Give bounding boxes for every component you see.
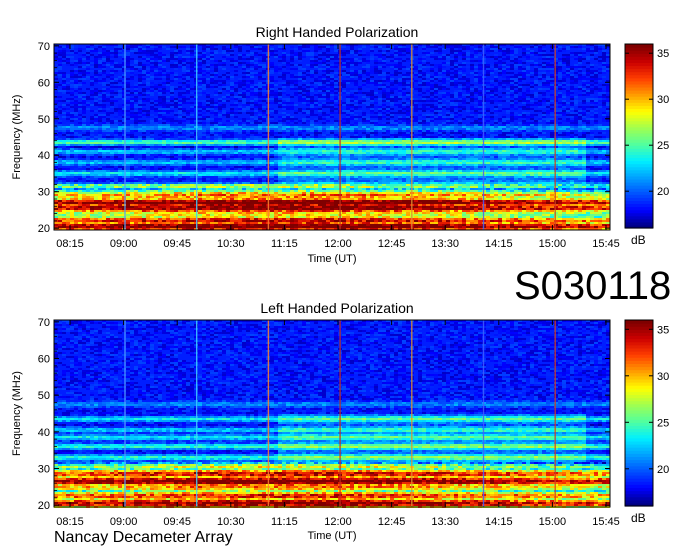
colorbar [624, 43, 654, 229]
colorbar [624, 319, 654, 507]
y-tick-label: 70 [38, 41, 50, 53]
x-tick-label: 14:15 [485, 238, 513, 250]
x-tick-label: 15:45 [592, 516, 620, 528]
y-tick-label: 60 [38, 77, 50, 89]
chart-title: Right Handed Polarization [256, 24, 419, 40]
colorbar-tick-label: 20 [657, 186, 669, 198]
x-tick-label: 09:45 [163, 516, 191, 528]
colorbar-tick-label: 20 [657, 464, 669, 476]
instrument-name: Nancay Decameter Array [54, 528, 233, 548]
x-tick-label: 10:30 [217, 238, 245, 250]
observation-id: S030118 [514, 262, 671, 310]
x-tick-label: 15:45 [592, 238, 620, 250]
spectrogram-panel-left [53, 319, 611, 508]
x-tick-label: 13:30 [431, 238, 459, 250]
x-tick-label: 15:00 [539, 516, 567, 528]
y-tick-label: 60 [38, 354, 50, 366]
x-axis-label: Time (UT) [307, 530, 356, 542]
colorbar-tick-label: 30 [657, 94, 669, 106]
spectrogram-panel-right [53, 43, 611, 231]
colorbar-tick-label: 25 [657, 417, 669, 429]
x-tick-label: 11:15 [271, 516, 298, 528]
x-tick-label: 13:30 [431, 516, 459, 528]
x-tick-label: 14:15 [485, 516, 513, 528]
y-tick-label: 20 [38, 500, 50, 512]
x-tick-label: 12:45 [378, 516, 406, 528]
x-axis-label: Time (UT) [307, 253, 356, 265]
y-tick-label: 40 [38, 427, 50, 439]
x-tick-label: 12:45 [378, 238, 406, 250]
y-tick-label: 30 [38, 187, 50, 199]
colorbar-label: dB [631, 233, 646, 247]
y-tick-label: 30 [38, 464, 50, 476]
y-tick-label: 50 [38, 390, 50, 402]
x-tick-label: 08:15 [56, 516, 84, 528]
x-tick-label: 09:00 [110, 238, 138, 250]
x-tick-label: 09:00 [110, 516, 138, 528]
y-tick-label: 40 [38, 150, 50, 162]
y-axis-label: Frequency (MHz) [11, 95, 23, 180]
y-tick-label: 70 [38, 317, 50, 329]
x-tick-label: 09:45 [163, 238, 191, 250]
colorbar-tick-label: 25 [657, 140, 669, 152]
x-tick-label: 12:00 [324, 516, 352, 528]
y-tick-label: 20 [38, 223, 50, 235]
chart-title: Left Handed Polarization [260, 300, 413, 316]
x-tick-label: 08:15 [56, 238, 84, 250]
colorbar-tick-label: 30 [657, 371, 669, 383]
colorbar-label: dB [631, 511, 646, 525]
y-axis-label: Frequency (MHz) [11, 371, 23, 456]
y-tick-label: 50 [38, 114, 50, 126]
heatmap-cells [54, 320, 610, 508]
colorbar-tick-label: 35 [657, 48, 669, 60]
x-tick-label: 12:00 [324, 238, 352, 250]
x-tick-label: 10:30 [217, 516, 245, 528]
x-tick-label: 15:00 [539, 238, 567, 250]
x-tick-label: 11:15 [271, 238, 298, 250]
heatmap-cells [54, 44, 610, 230]
colorbar-tick-label: 35 [657, 324, 669, 336]
